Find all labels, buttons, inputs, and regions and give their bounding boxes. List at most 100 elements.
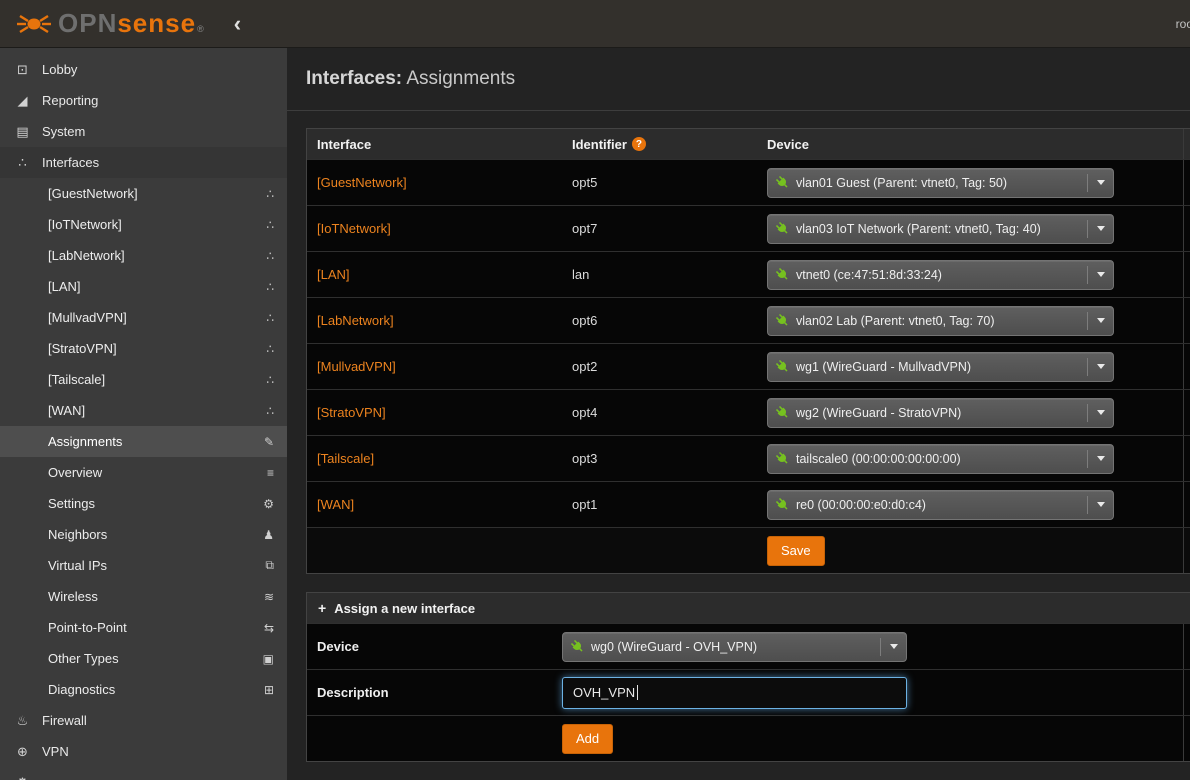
caret-down-icon — [1087, 266, 1105, 284]
sidebar-item-mullvadvpn[interactable]: [MullvadVPN] ∴ — [0, 302, 287, 333]
caret-down-icon — [1087, 174, 1105, 192]
sidebar-item-system[interactable]: ▤ System — [0, 116, 287, 147]
rows-icon: ≡ — [267, 466, 274, 480]
plug-icon — [773, 357, 791, 375]
sidebar-item-interfaces[interactable]: ∴ Interfaces — [0, 147, 287, 178]
interface-link[interactable]: [LabNetwork] — [317, 313, 394, 328]
device-select[interactable]: vlan01 Guest (Parent: vtnet0, Tag: 50) — [767, 168, 1114, 198]
interface-link[interactable]: [StratoVPN] — [317, 405, 386, 420]
sidebar-subitem-label: [IoTNetwork] — [48, 217, 122, 232]
gears-icon: ⚙ — [263, 497, 274, 511]
plus-icon: + — [318, 600, 326, 616]
table-row: [MullvadVPN] opt2 wg1 (WireGuard - Mullv… — [307, 343, 1190, 389]
sidebar: ⊡ Lobby ◢ Reporting ▤ System ∴ Interface… — [0, 48, 287, 780]
sidebar-subitem-label: [LabNetwork] — [48, 248, 125, 263]
device-select-value: vlan03 IoT Network (Parent: vtnet0, Tag:… — [796, 222, 1079, 236]
sidebar-item-lan[interactable]: [LAN] ∴ — [0, 271, 287, 302]
sidebar-item-point-to-point[interactable]: Point-to-Point ⇆ — [0, 612, 287, 643]
sidebar-item-assignments[interactable]: Assignments ✎ — [0, 426, 287, 457]
sidebar-item-lobby[interactable]: ⊡ Lobby — [0, 54, 287, 85]
sidebar-item-neighbors[interactable]: Neighbors ♟ — [0, 519, 287, 550]
caret-down-icon — [1087, 496, 1105, 514]
sidebar-item-firewall[interactable]: ♨ Firewall — [0, 705, 287, 736]
identifier-text: opt3 — [572, 451, 597, 466]
caret-down-icon — [1087, 450, 1105, 468]
sidebar-item-vpn[interactable]: ⊕ VPN — [0, 736, 287, 767]
sidebar-item-settings[interactable]: Settings ⚙ — [0, 488, 287, 519]
caret-down-icon — [1087, 220, 1105, 238]
plug-icon — [773, 449, 791, 467]
opnsense-bug-icon — [14, 10, 54, 38]
main-content: Interfaces: Assignments Interface Identi… — [287, 48, 1190, 780]
plug-icon — [773, 173, 791, 191]
sidebar-item-tailscale[interactable]: [Tailscale] ∴ — [0, 364, 287, 395]
sidebar-item-stratovpn[interactable]: [StratoVPN] ∴ — [0, 333, 287, 364]
device-select-value: re0 (00:00:00:e0:d0:c4) — [796, 498, 1079, 512]
identifier-text: opt7 — [572, 221, 597, 236]
brand-text-sense: sense — [117, 8, 196, 39]
wifi-icon: ≋ — [264, 590, 274, 604]
table-row: [Tailscale] opt3 tailscale0 (00:00:00:00… — [307, 435, 1190, 481]
sidebar-item-iotnetwork[interactable]: [IoTNetwork] ∴ — [0, 209, 287, 240]
table-footer-row: Save — [307, 527, 1190, 573]
sidebar-item-label: Reporting — [42, 93, 98, 108]
sidebar-collapse-icon[interactable]: ‹ — [234, 13, 241, 35]
sitemap-icon: ∴ — [266, 373, 274, 387]
add-button[interactable]: Add — [562, 724, 613, 754]
opnsense-logo[interactable]: OPNsense® — [14, 8, 204, 39]
interface-link[interactable]: [WAN] — [317, 497, 354, 512]
help-icon[interactable]: ? — [632, 137, 646, 151]
device-select[interactable]: vlan03 IoT Network (Parent: vtnet0, Tag:… — [767, 214, 1114, 244]
table-row: [LabNetwork] opt6 vlan02 Lab (Parent: vt… — [307, 297, 1190, 343]
sidebar-item-virtual-ips[interactable]: Virtual IPs ⧉ — [0, 550, 287, 581]
device-select[interactable]: wg2 (WireGuard - StratoVPN) — [767, 398, 1114, 428]
interface-link[interactable]: [GuestNetwork] — [317, 175, 407, 190]
device-field-label: Device — [317, 639, 359, 654]
sidebar-item-partial[interactable]: ⚙ — [0, 767, 287, 780]
sidebar-subitem-label: [WAN] — [48, 403, 85, 418]
sitemap-icon: ∴ — [266, 404, 274, 418]
user-menu[interactable]: roo — [1176, 0, 1190, 48]
plug-icon — [773, 219, 791, 237]
device-select-value: vlan02 Lab (Parent: vtnet0, Tag: 70) — [796, 314, 1079, 328]
identifier-text: lan — [572, 267, 589, 282]
sidebar-subitem-label: Wireless — [48, 589, 98, 604]
sidebar-item-labnetwork[interactable]: [LabNetwork] ∴ — [0, 240, 287, 271]
assign-panel-header: + Assign a new interface — [307, 593, 1190, 623]
sidebar-subitem-label: Overview — [48, 465, 102, 480]
interface-link[interactable]: [Tailscale] — [317, 451, 374, 466]
interface-link[interactable]: [LAN] — [317, 267, 350, 282]
interface-link[interactable]: [MullvadVPN] — [317, 359, 396, 374]
sitemap-icon: ∴ — [266, 249, 274, 263]
device-select[interactable]: tailscale0 (00:00:00:00:00:00) — [767, 444, 1114, 474]
sidebar-item-other-types[interactable]: Other Types ▣ — [0, 643, 287, 674]
sidebar-item-overview[interactable]: Overview ≡ — [0, 457, 287, 488]
sidebar-item-wireless[interactable]: Wireless ≋ — [0, 581, 287, 612]
device-select[interactable]: vtnet0 (ce:47:51:8d:33:24) — [767, 260, 1114, 290]
caret-down-icon — [1087, 312, 1105, 330]
device-select[interactable]: vlan02 Lab (Parent: vtnet0, Tag: 70) — [767, 306, 1114, 336]
save-button[interactable]: Save — [767, 536, 825, 566]
brand-text-opn: OPN — [58, 8, 117, 39]
sitemap-icon: ∴ — [266, 342, 274, 356]
interface-link[interactable]: [IoTNetwork] — [317, 221, 391, 236]
device-select[interactable]: re0 (00:00:00:e0:d0:c4) — [767, 490, 1114, 520]
users-icon: ♟ — [263, 528, 274, 542]
diagnostics-icon: ⊞ — [264, 683, 274, 697]
sidebar-item-guestnetwork[interactable]: [GuestNetwork] ∴ — [0, 178, 287, 209]
sidebar-subitem-label: [StratoVPN] — [48, 341, 117, 356]
table-row: [LAN] lan vtnet0 (ce:47:51:8d:33:24) — [307, 251, 1190, 297]
sidebar-subitem-label: [MullvadVPN] — [48, 310, 127, 325]
device-select-value: wg2 (WireGuard - StratoVPN) — [796, 406, 1079, 420]
sidebar-item-label: System — [42, 124, 85, 139]
device-select[interactable]: wg1 (WireGuard - MullvadVPN) — [767, 352, 1114, 382]
page-header: Interfaces: Assignments — [287, 48, 1190, 111]
sidebar-item-label: Interfaces — [42, 155, 99, 170]
description-input[interactable]: OVH_VPN — [562, 677, 907, 709]
sidebar-subitem-label: Virtual IPs — [48, 558, 107, 573]
sidebar-item-reporting[interactable]: ◢ Reporting — [0, 85, 287, 116]
sidebar-subitem-label: [GuestNetwork] — [48, 186, 138, 201]
sidebar-item-diagnostics[interactable]: Diagnostics ⊞ — [0, 674, 287, 705]
new-device-select[interactable]: wg0 (WireGuard - OVH_VPN) — [562, 632, 907, 662]
sidebar-item-wan[interactable]: [WAN] ∴ — [0, 395, 287, 426]
